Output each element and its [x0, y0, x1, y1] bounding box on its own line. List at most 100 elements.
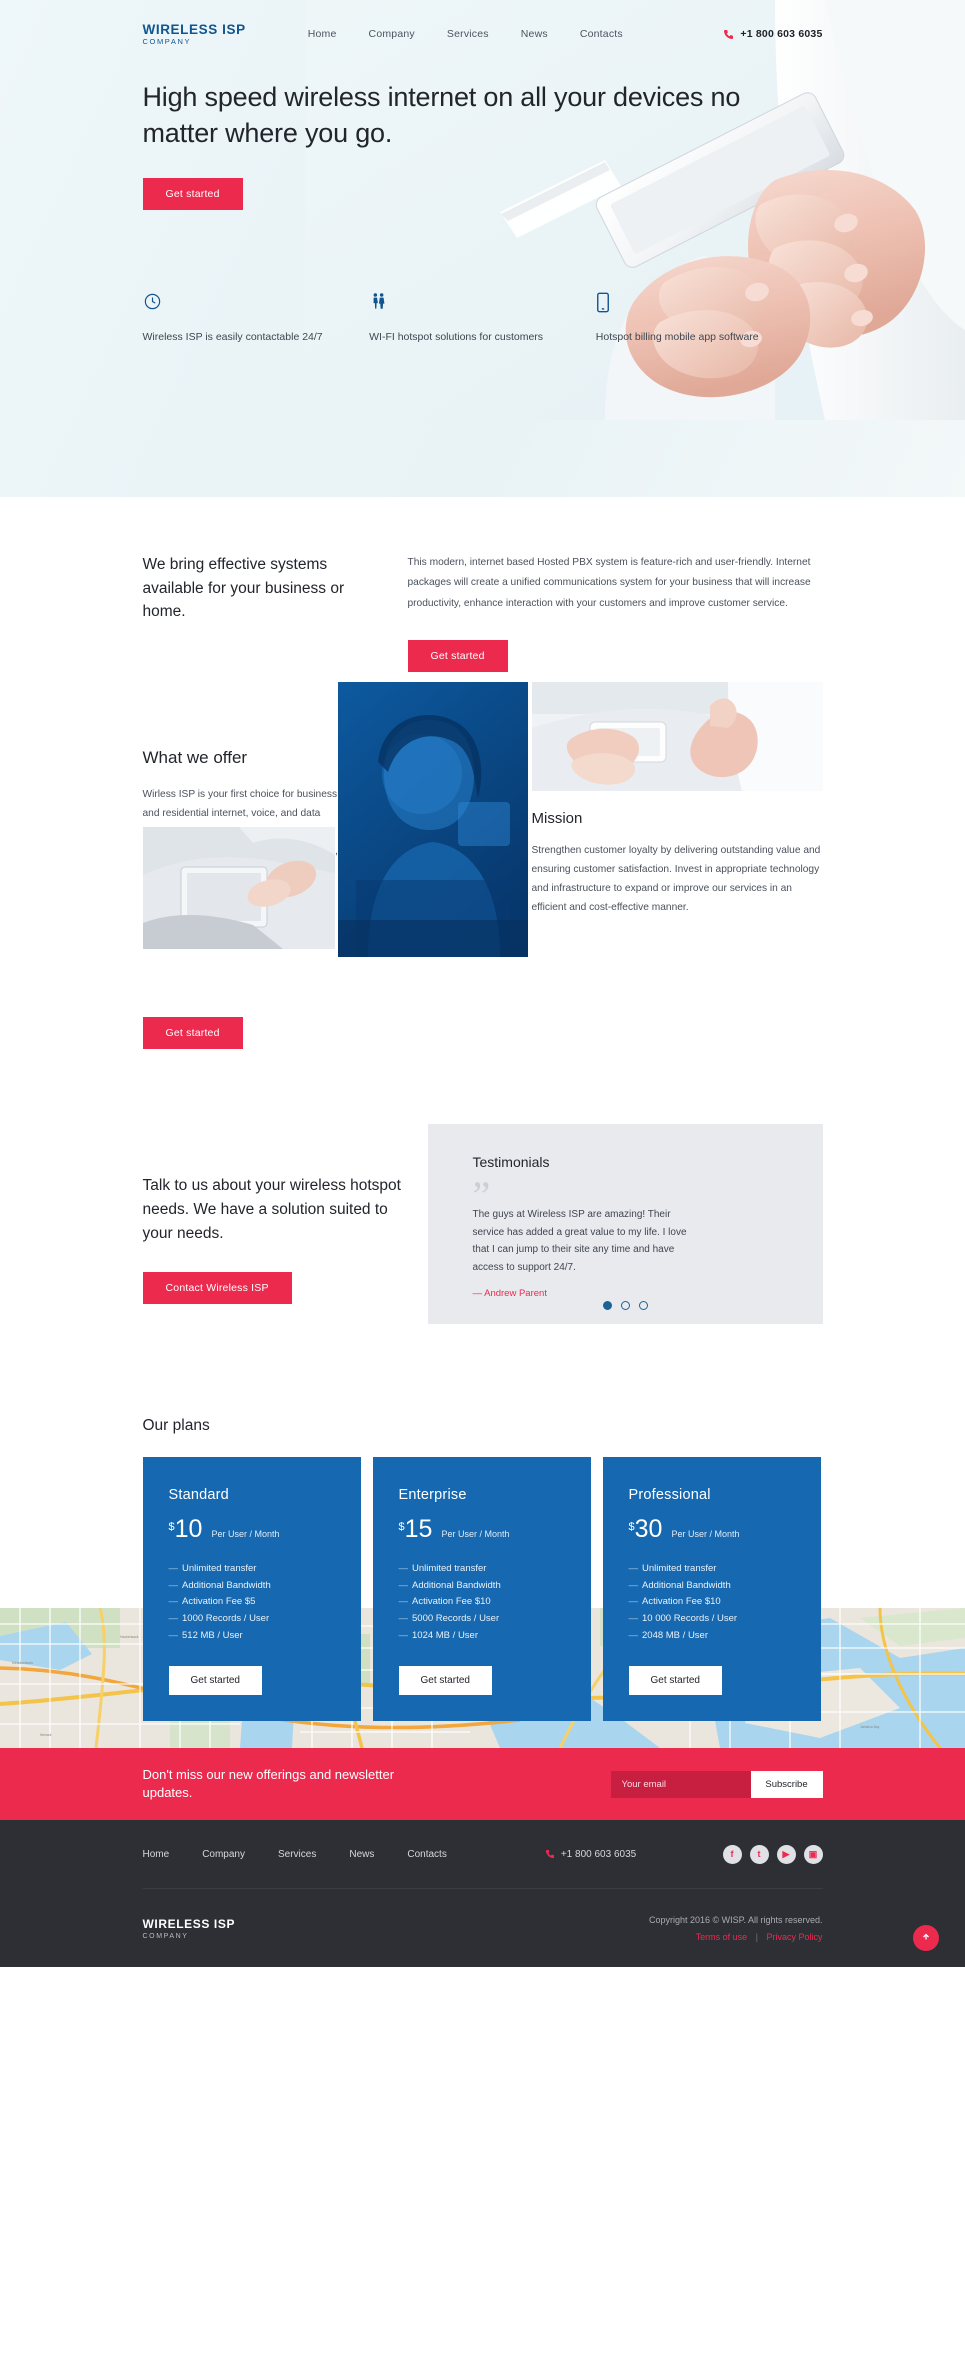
- plan-period: Per User / Month: [211, 1529, 280, 1540]
- nav-item-services[interactable]: Services: [447, 28, 489, 40]
- logo-title: WIRELESS ISP: [142, 21, 246, 37]
- talk-heading: Talk to us about your wireless hotspot n…: [142, 1177, 401, 1243]
- testimonial-quote: The guys at Wireless ISP are amazing! Th…: [472, 1209, 687, 1273]
- header-phone[interactable]: +1 800 603 6035: [723, 28, 822, 40]
- footer-phone[interactable]: +1 800 603 6035: [545, 1849, 636, 1860]
- plan-amount: 15: [404, 1515, 433, 1544]
- subscribe-button[interactable]: Subscribe: [750, 1770, 823, 1798]
- feature-text-clock: Wireless ISP is easily contactable 24/7: [142, 331, 323, 344]
- plans-section: Our plans Standard $ 10 Per User / Month…: [142, 1387, 823, 1722]
- feature-item-clock: Wireless ISP is easily contactable 24/7: [143, 292, 370, 346]
- feature-text-mobile: Hotspot billing mobile app software: [595, 331, 759, 344]
- copyright-text: Copyright 2016 © WISP. All rights reserv…: [648, 1914, 823, 1925]
- pagination-dot-2[interactable]: [620, 1301, 630, 1311]
- plan-feature: — Activation Fee $10: [398, 1596, 491, 1608]
- plan-amount: 10: [174, 1515, 203, 1544]
- header-phone-number: +1 800 603 6035: [740, 28, 823, 40]
- footer-nav-news[interactable]: News: [349, 1849, 374, 1860]
- logo-subtitle: COMPANY: [142, 37, 192, 46]
- pagination-dot-3[interactable]: [638, 1301, 648, 1311]
- phone-icon: [723, 29, 734, 40]
- plan-feature: —1024 MB / User: [398, 1629, 479, 1641]
- talk-section: Talk to us about your wireless hotspot n…: [142, 1102, 823, 1387]
- site-logo[interactable]: WIRELESS ISP COMPANY: [142, 21, 246, 46]
- tablet-photo: [142, 827, 335, 950]
- plan-name: Enterprise: [398, 1487, 467, 1504]
- nav-item-home[interactable]: Home: [308, 28, 337, 40]
- plan-feature: — Additional Bandwidth: [628, 1579, 731, 1591]
- footer-nav-company[interactable]: Company: [202, 1849, 245, 1860]
- plan-price: $ 15 Per User / Month: [399, 1517, 565, 1542]
- footer-logo-title: WIRELESS ISP: [142, 1916, 236, 1931]
- plan-feature: —5000 Records / User: [398, 1613, 500, 1625]
- facebook-icon[interactable]: f: [722, 1844, 742, 1864]
- nav-item-company[interactable]: Company: [369, 28, 415, 40]
- svg-text:Jamaica Bay: Jamaica Bay: [860, 1725, 880, 1729]
- footer-nav-home[interactable]: Home: [143, 1849, 170, 1860]
- plan-feature: — Unlimited transfer: [168, 1563, 257, 1575]
- plan-feature: — Activation Fee $5: [168, 1596, 256, 1608]
- thumbs-up-photo: [531, 682, 823, 792]
- footer-legal-links: Terms of use | Privacy Policy: [649, 1932, 823, 1942]
- hero-get-started-button[interactable]: Get started: [142, 178, 243, 211]
- feature-item-people: WI-FI hotspot solutions for customers: [369, 292, 596, 346]
- privacy-policy-link[interactable]: Privacy Policy: [766, 1932, 822, 1942]
- plan-card-standard: Standard $ 10 Per User / Month — Unlimite…: [142, 1457, 361, 1722]
- pagination-dot-1[interactable]: [602, 1301, 612, 1311]
- page: WIRELESS ISP COMPANY Home Company Servic…: [0, 0, 965, 1968]
- footer-nav-services[interactable]: Services: [278, 1849, 316, 1860]
- testimonial-author: — Andrew Parent: [472, 1288, 547, 1300]
- svg-text:Meadowlands: Meadowlands: [12, 1661, 33, 1665]
- offer-get-started-button[interactable]: Get started: [142, 1017, 243, 1050]
- svg-text:Hackensack: Hackensack: [120, 1635, 139, 1639]
- nav-item-news[interactable]: News: [521, 28, 548, 40]
- plan-get-started-button[interactable]: Get started: [628, 1666, 722, 1696]
- plan-feature: — Additional Bandwidth: [168, 1579, 271, 1591]
- footer-logo-subtitle: COMPANY: [142, 1932, 189, 1940]
- plan-feature: —1000 Records / User: [168, 1613, 270, 1625]
- mission-body: Strengthen customer loyalty by deliverin…: [531, 845, 821, 913]
- testimonials-heading: Testimonials: [472, 1154, 550, 1171]
- newsletter-heading: Don't miss our new offerings and newslet…: [142, 1766, 395, 1801]
- plan-get-started-button[interactable]: Get started: [398, 1666, 492, 1696]
- youtube-icon[interactable]: ▶: [776, 1844, 796, 1864]
- testimonials-panel: Testimonials ” The guys at Wireless ISP …: [427, 1124, 823, 1325]
- plan-features: — Unlimited transfer — Additional Bandwidt…: [169, 1561, 335, 1644]
- nav-item-contacts[interactable]: Contacts: [580, 28, 623, 40]
- footer-phone-number: +1 800 603 6035: [560, 1848, 637, 1860]
- plan-card-enterprise: Enterprise $ 15 Per User / Month — Unlimi…: [372, 1457, 591, 1722]
- footer-logo[interactable]: WIRELESS ISP COMPANY: [143, 1917, 236, 1940]
- hero-section: WIRELESS ISP COMPANY Home Company Servic…: [0, 0, 965, 497]
- footer-nav-contacts[interactable]: Contacts: [407, 1849, 446, 1860]
- phone-icon: [545, 1849, 555, 1859]
- newsletter-form: Subscribe: [610, 1770, 823, 1798]
- people-icon: [369, 292, 550, 314]
- systems-get-started-button[interactable]: Get started: [407, 640, 508, 673]
- plan-price: $ 30 Per User / Month: [629, 1517, 795, 1542]
- social-links: f t ▶ ▣: [722, 1844, 823, 1864]
- terms-of-use-link[interactable]: Terms of use: [696, 1932, 748, 1942]
- contact-wireless-isp-button[interactable]: Contact Wireless ISP: [142, 1272, 292, 1305]
- plan-get-started-button[interactable]: Get started: [168, 1666, 262, 1696]
- site-header: WIRELESS ISP COMPANY Home Company Servic…: [0, 0, 965, 68]
- hero-title: High speed wireless internet on all your…: [142, 82, 741, 148]
- plan-period: Per User / Month: [671, 1529, 740, 1540]
- plan-feature: —512 MB / User: [168, 1629, 243, 1641]
- instagram-icon[interactable]: ▣: [803, 1844, 823, 1864]
- plans-heading: Our plans: [142, 1417, 210, 1435]
- feature-item-mobile: Hotspot billing mobile app software: [596, 292, 823, 346]
- arrow-up-icon: [921, 1932, 931, 1945]
- plan-feature: —10 000 Records / User: [628, 1613, 738, 1625]
- testimonial-pagination: [428, 1301, 823, 1311]
- newsletter-email-input[interactable]: [610, 1770, 751, 1798]
- systems-body: This modern, internet based Hosted PBX s…: [407, 557, 811, 609]
- twitter-icon[interactable]: t: [749, 1844, 769, 1864]
- woman-photo: [337, 682, 528, 958]
- footer-nav: Home Company Services News Contacts: [143, 1849, 447, 1860]
- plan-features: — Unlimited transfer — Additional Bandwidt…: [629, 1561, 795, 1644]
- quote-icon: ”: [472, 1173, 491, 1219]
- offer-section: What we offer Wirless ISP is your first …: [142, 672, 823, 1102]
- main-nav: Home Company Services News Contacts: [308, 28, 623, 40]
- plan-name: Professional: [628, 1487, 711, 1504]
- plan-feature: —2048 MB / User: [628, 1629, 709, 1641]
